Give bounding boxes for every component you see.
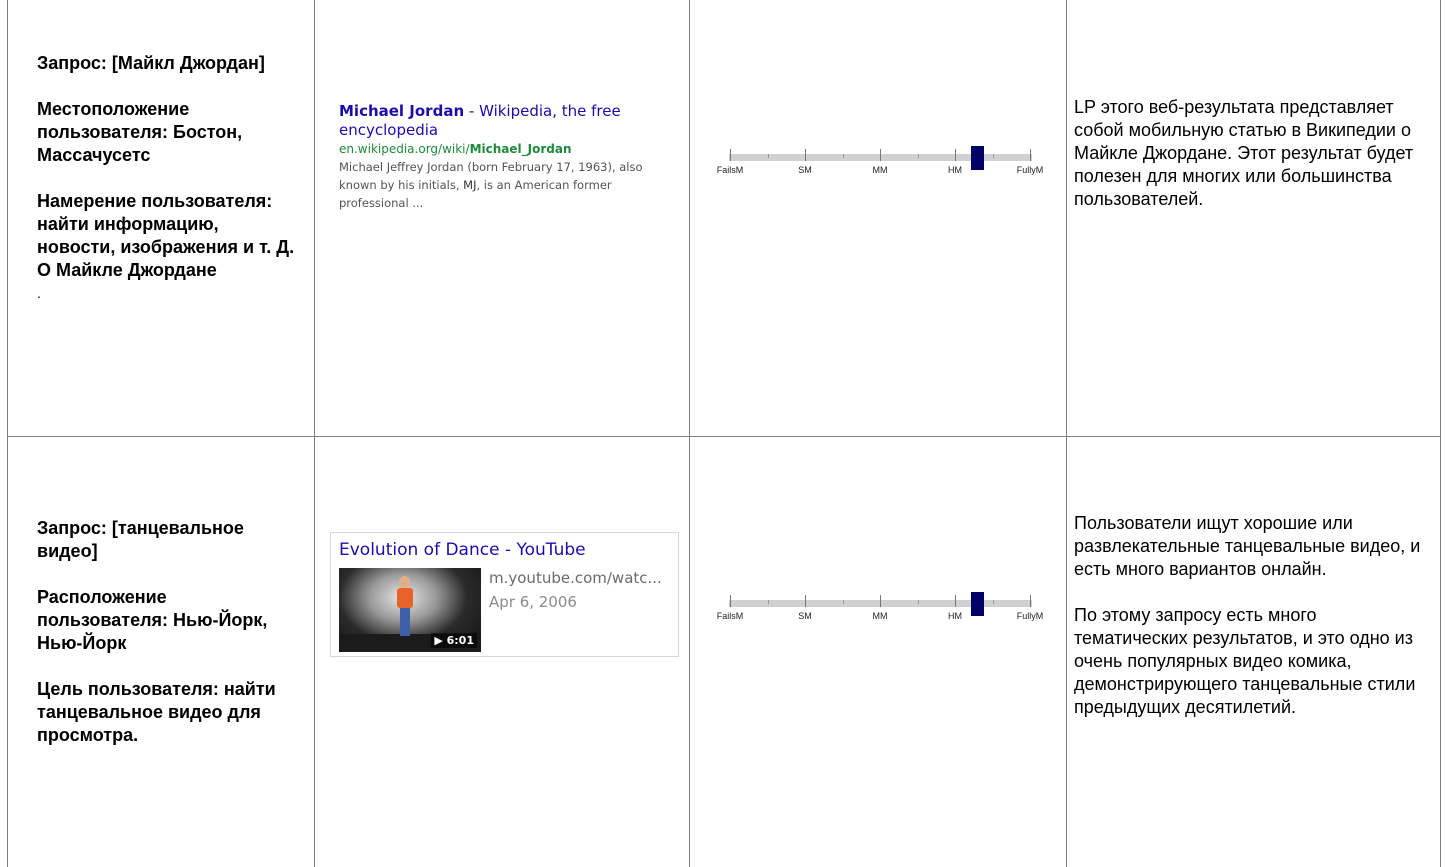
result-url-bold: Michael_Jordan (469, 142, 572, 156)
user-intent: Цель пользователя: найти танцевальное ви… (37, 679, 276, 745)
slider-handle[interactable] (971, 592, 984, 616)
comment-paragraph: Пользователи ищут хорошие или развлекате… (1074, 513, 1421, 579)
result-title-bold: Michael Jordan (339, 102, 465, 120)
result-url-plain: en.wikipedia.org/wiki/ (339, 142, 470, 156)
slider-major-tick (1030, 149, 1031, 161)
slider-minor-tick (993, 154, 994, 158)
column-divider-2 (689, 0, 690, 867)
comment-paragraph: LP этого веб-результата представляет соб… (1074, 97, 1414, 209)
slider-minor-tick (768, 154, 769, 158)
slider-label-failsm: FailsM (716, 611, 744, 621)
video-date: Apr 6, 2006 (489, 593, 577, 611)
dancer-legs (400, 608, 410, 636)
result-title-link[interactable]: Michael Jordan - Wikipedia, the free enc… (339, 102, 659, 140)
slider-major-tick (805, 149, 806, 161)
result-snippet: Michael Jeffrey Jordan (born February 17… (339, 158, 659, 212)
slider-minor-tick (918, 600, 919, 604)
result-url: en.wikipedia.org/wiki/Michael_Jordan (339, 141, 659, 157)
column-divider-3 (1066, 0, 1067, 867)
snippet-bold: MJ (463, 178, 477, 192)
trailing-dot: . (37, 285, 41, 301)
slider-major-tick (1030, 595, 1031, 607)
dancer-head (399, 576, 410, 588)
comment-cell-2: Пользователи ищут хорошие или развлекате… (1074, 512, 1424, 742)
user-location: Местоположение пользователя: Бостон, Мас… (37, 99, 243, 165)
slider-label-hm: HM (948, 611, 962, 621)
slider-label-mm: MM (872, 165, 888, 175)
search-result-wikipedia: Michael Jordan - Wikipedia, the free enc… (339, 102, 659, 212)
comment-paragraph: По этому запросу есть много тематических… (1074, 605, 1416, 717)
slider-handle[interactable] (971, 146, 984, 170)
slider-major-tick (955, 149, 956, 161)
comment-cell-1: LP этого веб-результата представляет соб… (1074, 96, 1424, 234)
column-divider-1 (314, 0, 315, 867)
video-thumbnail[interactable]: ▶ 6:01 (339, 568, 481, 652)
slider-major-tick (805, 595, 806, 607)
slider-label-sm: SM (798, 611, 812, 621)
video-title-link[interactable]: Evolution of Dance - YouTube (339, 539, 586, 561)
user-location: Расположение пользователя: Нью-Йорк, Нью… (37, 587, 268, 653)
slider-minor-tick (993, 600, 994, 604)
slider-label-hm: HM (948, 165, 962, 175)
slider-label-fullym: FullyM (1016, 165, 1044, 175)
slider-major-tick (880, 149, 881, 161)
user-intent: Намерение пользователя: найти информацию… (37, 191, 295, 280)
rating-slider-2[interactable]: FailsM SM MM HM FullyM (717, 592, 1049, 632)
query-text: Запрос: [танцевальное видео] (37, 518, 244, 561)
video-url: m.youtube.com/watc... (489, 569, 662, 587)
slider-major-tick (730, 149, 731, 161)
query-text: Запрос: [Майкл Джордан] (37, 53, 265, 73)
row-divider (7, 436, 1441, 437)
video-duration-badge: ▶ 6:01 (431, 633, 477, 648)
dancer-body (397, 588, 413, 608)
slider-major-tick (955, 595, 956, 607)
table-border-right (1440, 0, 1441, 867)
slider-label-sm: SM (798, 165, 812, 175)
slider-label-fullym: FullyM (1016, 611, 1044, 621)
search-result-youtube: Evolution of Dance - YouTube ▶ 6:01 m.yo… (330, 532, 679, 657)
slider-label-failsm: FailsM (716, 165, 744, 175)
query-cell-1: Запрос: [Майкл Джордан] Местоположение п… (37, 52, 297, 300)
slider-major-tick (730, 595, 731, 607)
slider-minor-tick (768, 600, 769, 604)
table-border-left (7, 0, 8, 867)
slider-major-tick (880, 595, 881, 607)
rating-slider-1[interactable]: FailsM SM MM HM FullyM (717, 146, 1049, 186)
query-cell-2: Запрос: [танцевальное видео] Расположени… (37, 517, 297, 770)
slider-minor-tick (918, 154, 919, 158)
slider-label-mm: MM (872, 611, 888, 621)
slider-minor-tick (843, 600, 844, 604)
slider-minor-tick (843, 154, 844, 158)
